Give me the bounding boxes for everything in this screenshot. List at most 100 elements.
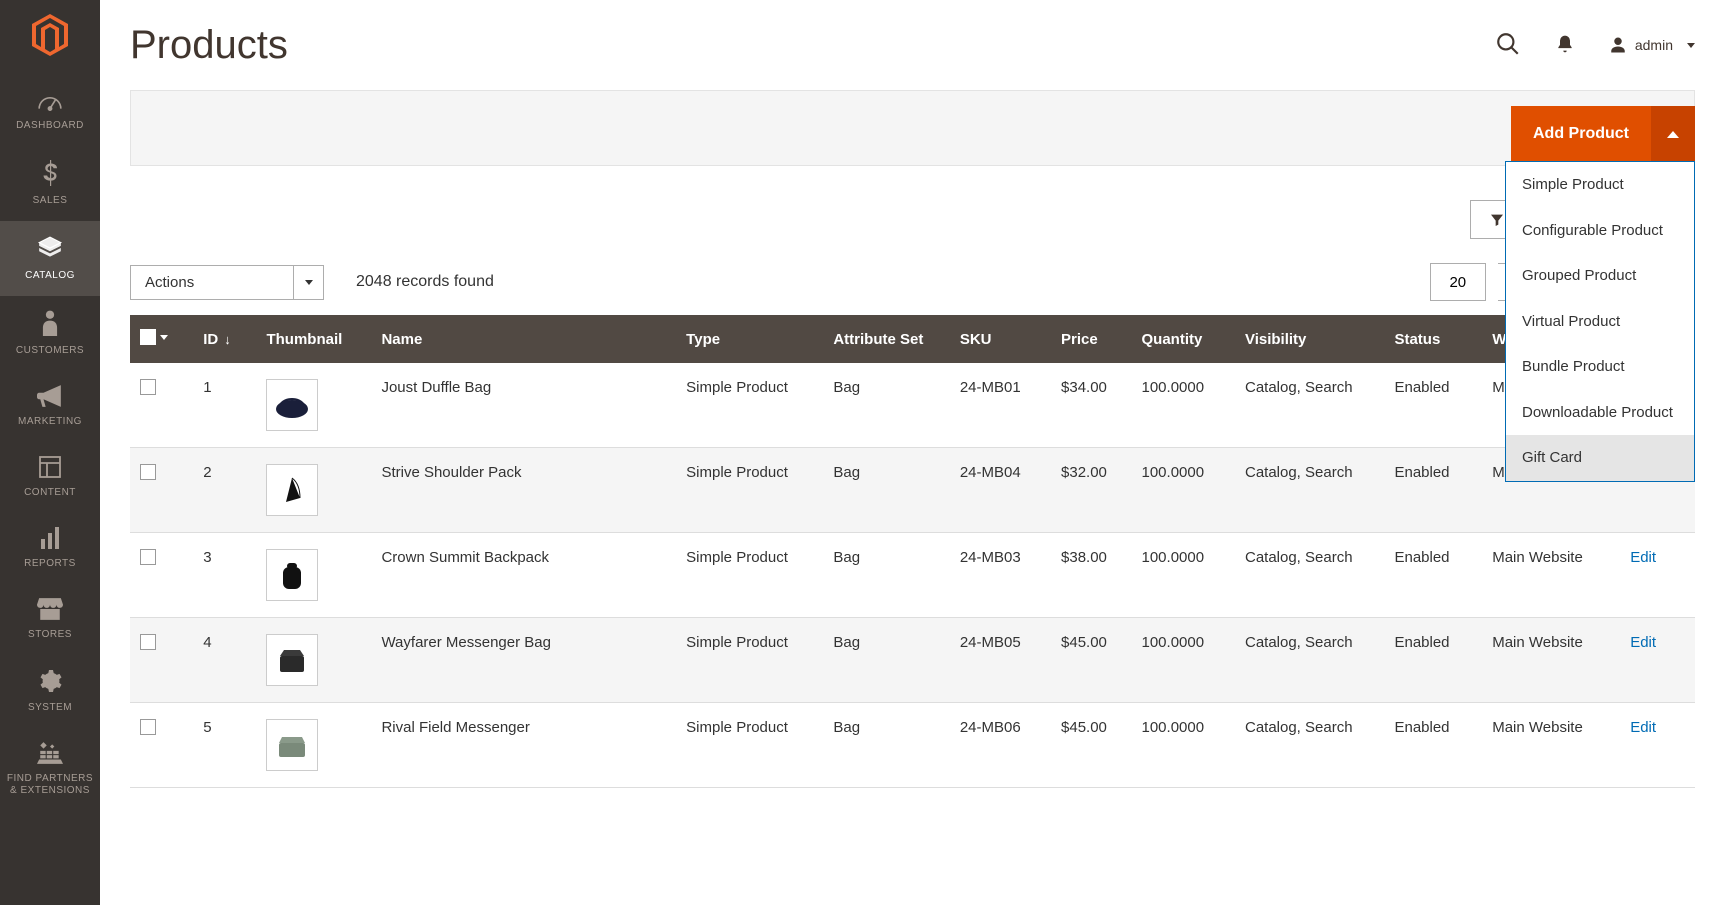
cell-websites: Main Website [1482,533,1620,618]
nav-label: SYSTEM [4,702,96,714]
nav-label: REPORTS [4,558,96,570]
nav-label: SALES [4,195,96,207]
row-checkbox[interactable] [140,634,156,650]
column-header[interactable] [130,315,193,363]
select-all-checkbox[interactable] [140,329,156,345]
column-header[interactable]: Attribute Set [823,315,949,363]
table-row: 1 Joust Duffle Bag Simple Product Bag 24… [130,363,1695,448]
column-header[interactable]: Price [1051,315,1131,363]
thumbnail[interactable] [266,464,318,516]
table-row: 3 Crown Summit Backpack Simple Product B… [130,533,1695,618]
search-icon[interactable] [1495,31,1521,60]
nav-marketing[interactable]: MARKETING [0,371,100,442]
nav-system[interactable]: SYSTEM [0,655,100,728]
nav-stores[interactable]: STORES [0,584,100,655]
cell-visibility: Catalog, Search [1235,533,1384,618]
cell-visibility: Catalog, Search [1235,618,1384,703]
cell-type: Simple Product [676,618,823,703]
add-product-option[interactable]: Virtual Product [1506,299,1694,345]
add-product-option[interactable]: Downloadable Product [1506,390,1694,436]
column-header[interactable]: Quantity [1132,315,1235,363]
column-header[interactable]: Status [1384,315,1482,363]
nav-content-icon [4,456,96,481]
nav-dashboard[interactable]: DASHBOARD [0,77,100,146]
notifications-icon[interactable] [1555,33,1575,58]
cell-quantity: 100.0000 [1132,363,1235,448]
edit-link[interactable]: Edit [1630,634,1656,651]
cell-type: Simple Product [676,448,823,533]
row-checkbox[interactable] [140,719,156,735]
add-product-button[interactable]: Add Product [1511,106,1651,162]
nav-partners[interactable]: FIND PARTNERS & EXTENSIONS [0,728,100,811]
cell-sku: 24-MB03 [950,533,1051,618]
per-page-input[interactable] [1430,263,1486,301]
row-checkbox[interactable] [140,549,156,565]
thumbnail[interactable] [266,719,318,771]
table-row: 2 Strive Shoulder Pack Simple Product Ba… [130,448,1695,533]
nav-reports-icon [4,527,96,552]
edit-link[interactable]: Edit [1630,719,1656,736]
cell-type: Simple Product [676,363,823,448]
nav-sales[interactable]: SALES [0,146,100,221]
cell-id: 1 [193,363,256,448]
thumbnail[interactable] [266,549,318,601]
row-checkbox[interactable] [140,464,156,480]
page-title: Products [130,23,288,68]
sort-arrow-icon: ↓ [224,332,231,347]
nav-dashboard-icon [4,91,96,114]
add-product-option[interactable]: Grouped Product [1506,253,1694,299]
cell-status: Enabled [1384,533,1482,618]
nav-customers[interactable]: CUSTOMERS [0,296,100,371]
nav-sales-icon [4,160,96,189]
cell-sku: 24-MB05 [950,618,1051,703]
cell-attribute-set: Bag [823,363,949,448]
cell-quantity: 100.0000 [1132,618,1235,703]
message-band: Add Product Simple ProductConfigurable P… [130,90,1695,166]
add-product-option[interactable]: Bundle Product [1506,344,1694,390]
user-icon [1609,36,1627,54]
user-menu[interactable]: admin [1609,36,1695,54]
nav-reports[interactable]: REPORTS [0,513,100,584]
chevron-up-icon [1667,131,1679,138]
add-product-option[interactable]: Gift Card [1506,435,1694,481]
cell-type: Simple Product [676,703,823,788]
cell-attribute-set: Bag [823,703,949,788]
column-header[interactable]: SKU [950,315,1051,363]
column-header[interactable]: Visibility [1235,315,1384,363]
cell-visibility: Catalog, Search [1235,448,1384,533]
table-row: 4 Wayfarer Messenger Bag Simple Product … [130,618,1695,703]
thumbnail[interactable] [266,634,318,686]
cell-websites: Main Website [1482,703,1620,788]
cell-id: 3 [193,533,256,618]
records-found-label: 2048 records found [356,273,494,291]
thumbnail[interactable] [266,379,318,431]
add-product-dropdown: Simple ProductConfigurable ProductGroupe… [1505,161,1695,482]
nav-partners-icon [4,742,96,767]
nav-content[interactable]: CONTENT [0,442,100,513]
cell-status: Enabled [1384,363,1482,448]
add-product-option[interactable]: Configurable Product [1506,208,1694,254]
table-row: 5 Rival Field Messenger Simple Product B… [130,703,1695,788]
column-header[interactable]: Type [676,315,823,363]
column-header[interactable]: Thumbnail [256,315,371,363]
actions-label: Actions [130,265,294,300]
cell-type: Simple Product [676,533,823,618]
column-header[interactable]: ID↓ [193,315,256,363]
nav-label: CONTENT [4,487,96,499]
row-checkbox[interactable] [140,379,156,395]
add-product-toggle[interactable] [1651,106,1695,162]
nav-stores-icon [4,598,96,623]
column-header[interactable]: Name [371,315,676,363]
actions-dropdown[interactable]: Actions [130,265,324,300]
add-product-option[interactable]: Simple Product [1506,162,1694,208]
username-label: admin [1635,37,1673,53]
cell-quantity: 100.0000 [1132,703,1235,788]
magento-logo[interactable] [31,14,69,59]
cell-name: Joust Duffle Bag [371,363,676,448]
nav-catalog[interactable]: CATALOG [0,221,100,296]
cell-visibility: Catalog, Search [1235,363,1384,448]
cell-status: Enabled [1384,448,1482,533]
edit-link[interactable]: Edit [1630,549,1656,566]
chevron-down-icon [160,335,168,340]
cell-price: $34.00 [1051,363,1131,448]
